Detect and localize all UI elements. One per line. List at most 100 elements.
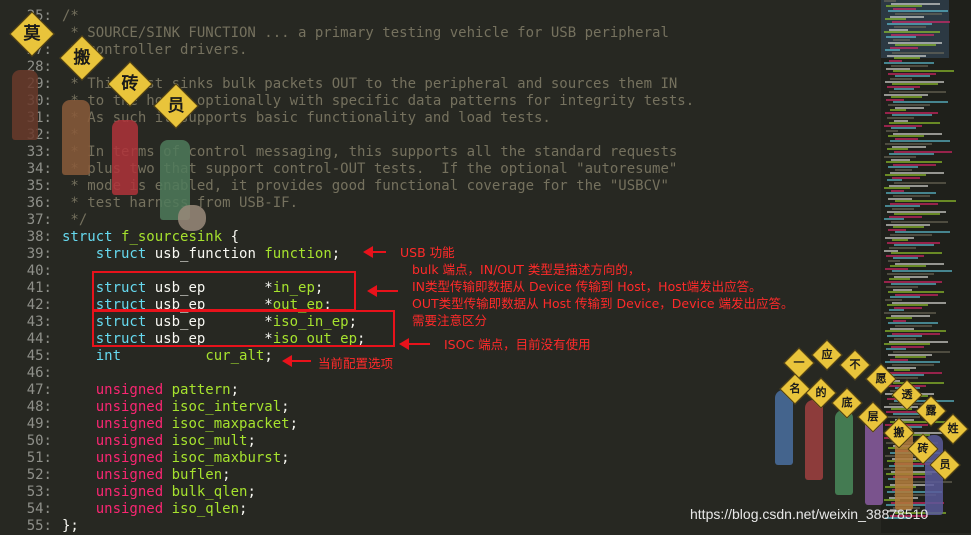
code-text[interactable]: struct usb_function function; [52, 246, 340, 263]
code-text[interactable]: * SOURCE/SINK FUNCTION ... a primary tes… [52, 25, 669, 42]
line-number: 33: [26, 144, 52, 160]
code-line[interactable]: 47: unsigned pattern; [0, 382, 239, 399]
code-token: unsigned [95, 501, 164, 517]
code-token: isoc_maxburst [171, 450, 282, 466]
code-text[interactable]: unsigned iso_qlen; [52, 501, 248, 518]
code-token: isoc_mult [171, 433, 248, 449]
code-text[interactable]: * [52, 127, 78, 144]
code-line[interactable]: 53: unsigned bulk_qlen; [0, 484, 256, 501]
code-token: unsigned [95, 484, 164, 500]
code-text[interactable]: unsigned buflen; [52, 467, 231, 484]
code-line[interactable]: 52: unsigned buflen; [0, 467, 231, 484]
code-token: usb_function [146, 246, 265, 262]
code-line[interactable]: 27: * controller drivers. [0, 42, 248, 59]
line-number: 45: [26, 348, 52, 364]
code-line[interactable]: 26: * SOURCE/SINK FUNCTION ... a primary… [0, 25, 669, 42]
code-line[interactable]: 28: * [0, 59, 79, 76]
code-line[interactable]: 32: * [0, 127, 79, 144]
code-line[interactable]: 54: unsigned iso_qlen; [0, 501, 248, 518]
code-token: unsigned [95, 399, 164, 415]
code-line[interactable]: 31: * As such it supports basic function… [0, 110, 551, 127]
code-token: function [264, 246, 332, 262]
code-token: int [95, 348, 122, 364]
code-line[interactable]: 36: * test harness from USB-IF. [0, 195, 298, 212]
line-number: 34: [26, 161, 52, 177]
annotation-usb-function: USB 功能 [400, 245, 455, 260]
line-number: 26: [26, 25, 52, 41]
code-token: */ [62, 212, 88, 228]
code-text[interactable]: unsigned isoc_mult; [52, 433, 256, 450]
line-number: 53: [26, 484, 52, 500]
code-text[interactable]: * In terms of control messaging, this su… [52, 144, 677, 161]
line-number: 39: [26, 246, 52, 262]
code-text[interactable]: */ [52, 212, 87, 229]
code-text[interactable]: * controller drivers. [52, 42, 247, 59]
code-text[interactable]: struct f_sourcesink { [52, 229, 239, 246]
code-token: * to the host, optionally with specific … [62, 93, 695, 109]
line-number: 44: [26, 331, 52, 347]
code-text[interactable]: }; [52, 518, 79, 535]
code-text[interactable]: unsigned bulk_qlen; [52, 484, 256, 501]
code-text[interactable]: unsigned isoc_interval; [52, 399, 290, 416]
code-text[interactable]: * mode is enabled, it provides good func… [52, 178, 669, 195]
code-line[interactable]: 30: * to the host, optionally with speci… [0, 93, 694, 110]
code-text[interactable]: * As such it supports basic functionalit… [52, 110, 550, 127]
code-token: * SOURCE/SINK FUNCTION ... a primary tes… [62, 25, 669, 41]
line-number: 54: [26, 501, 52, 517]
bulk-endpoints-arrow [367, 285, 398, 297]
code-line[interactable]: 33: * In terms of control messaging, thi… [0, 144, 678, 161]
code-line[interactable]: 39: struct usb_function function; [0, 246, 340, 263]
code-line[interactable]: 34: * plus two that support control-OUT … [0, 161, 678, 178]
code-line[interactable]: 38: struct f_sourcesink { [0, 229, 239, 246]
code-line[interactable]: 29: * This just sinks bulk packets OUT t… [0, 76, 678, 93]
code-text[interactable]: unsigned isoc_maxburst; [52, 450, 290, 467]
code-line[interactable]: 50: unsigned isoc_mult; [0, 433, 256, 450]
code-text[interactable]: int cur_alt; [52, 348, 273, 365]
code-text[interactable]: unsigned isoc_maxpacket; [52, 416, 298, 433]
code-line[interactable]: 48: unsigned isoc_interval; [0, 399, 290, 416]
code-line[interactable]: 25: /* [0, 8, 79, 25]
code-token: /* [62, 8, 79, 24]
code-text[interactable]: * test harness from USB-IF. [52, 195, 298, 212]
code-token: ; [230, 382, 240, 398]
code-line[interactable]: 37: */ [0, 212, 88, 229]
code-text[interactable]: * to the host, optionally with specific … [52, 93, 694, 110]
code-token: * controller drivers. [62, 42, 248, 58]
code-token: unsigned [95, 382, 164, 398]
code-text[interactable]: unsigned pattern; [52, 382, 239, 399]
code-line[interactable]: 40: [0, 263, 62, 280]
code-token: * This just sinks bulk packets OUT to th… [62, 76, 678, 92]
code-line[interactable]: 46: [0, 365, 62, 382]
line-number: 36: [26, 195, 52, 211]
code-token: ; [281, 399, 290, 415]
code-text[interactable]: * [52, 59, 78, 76]
code-line[interactable]: 35: * mode is enabled, it provides good … [0, 178, 669, 195]
code-text[interactable]: * This just sinks bulk packets OUT to th… [52, 76, 677, 93]
code-token: * mode is enabled, it provides good func… [62, 178, 669, 194]
line-number: 42: [26, 297, 52, 313]
usb-function-arrow [363, 246, 386, 258]
code-line[interactable]: 51: unsigned isoc_maxburst; [0, 450, 290, 467]
code-text[interactable]: /* [52, 8, 79, 25]
code-token: iso_qlen [171, 501, 240, 517]
minimap[interactable] [881, 0, 971, 533]
code-line[interactable]: 49: unsigned isoc_maxpacket; [0, 416, 298, 433]
isoc-endpoints-box [92, 310, 395, 347]
code-token: ; [239, 501, 248, 517]
code-line[interactable]: 55:}; [0, 518, 79, 535]
code-token: ; [289, 416, 299, 432]
isoc-endpoints-arrow [399, 338, 430, 350]
line-number: 40: [26, 263, 52, 279]
code-text[interactable]: * plus two that support control-OUT test… [52, 161, 677, 178]
code-line[interactable]: 45: int cur_alt; [0, 348, 273, 365]
